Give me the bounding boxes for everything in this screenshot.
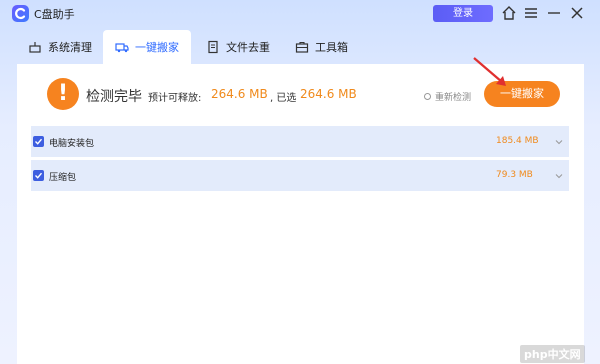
selected-label: , 已选 xyxy=(270,93,297,104)
warning-icon: ! xyxy=(47,78,79,110)
item-name: 电脑安装包 xyxy=(49,139,95,149)
tab-one-click-move[interactable]: 一键搬家 xyxy=(103,30,191,64)
close-icon[interactable] xyxy=(568,4,586,22)
tab-label: 系统清理 xyxy=(48,41,92,54)
list-item[interactable]: 电脑安装包 185.4 MB xyxy=(31,126,569,157)
watermark: php中文网 xyxy=(520,345,585,363)
status-text: 检测完毕 xyxy=(86,89,142,105)
app-window: C盘助手 登录 系统清理 一键搬家 文件去重 工具箱 ! 检测完毕 预计可释放:… xyxy=(0,0,600,364)
file-icon xyxy=(206,40,220,54)
app-title: C盘助手 xyxy=(34,8,75,21)
checkbox[interactable] xyxy=(33,136,44,147)
chevron-down-icon[interactable] xyxy=(553,136,565,148)
tab-file-dedup[interactable]: 文件去重 xyxy=(206,30,296,64)
rescan-button[interactable]: 重新检测 xyxy=(424,90,471,103)
list-item[interactable]: 压缩包 79.3 MB xyxy=(31,160,569,191)
menu-icon[interactable] xyxy=(522,4,540,22)
item-size: 185.4 MB xyxy=(496,136,539,146)
scan-result-banner: ! 检测完毕 预计可释放: 264.6 MB , 已选 264.6 MB 重新检… xyxy=(17,57,584,124)
rescan-label: 重新检测 xyxy=(435,93,472,103)
selected-value: 264.6 MB xyxy=(300,87,357,101)
tab-label: 文件去重 xyxy=(226,41,270,54)
tab-label: 工具箱 xyxy=(315,41,348,54)
item-name: 压缩包 xyxy=(49,173,77,183)
chevron-down-icon[interactable] xyxy=(553,170,565,182)
release-label: 预计可释放: xyxy=(148,93,202,104)
broom-icon xyxy=(28,40,42,54)
tab-label: 一键搬家 xyxy=(135,41,179,54)
title-bar: C盘助手 登录 xyxy=(0,0,600,28)
app-logo xyxy=(12,5,29,22)
pointer-arrow-icon xyxy=(473,57,506,86)
release-value: 264.6 MB xyxy=(211,87,268,101)
item-size: 79.3 MB xyxy=(496,170,533,180)
checkbox[interactable] xyxy=(33,170,44,181)
main-panel: ! 检测完毕 预计可释放: 264.6 MB , 已选 264.6 MB 重新检… xyxy=(17,57,584,364)
minimize-icon[interactable] xyxy=(545,4,563,22)
tab-toolbox[interactable]: 工具箱 xyxy=(295,30,365,64)
toolbox-icon xyxy=(295,40,309,54)
tab-system-clean[interactable]: 系统清理 xyxy=(28,30,103,64)
home-icon[interactable] xyxy=(500,4,518,22)
refresh-icon xyxy=(424,93,431,100)
login-button[interactable]: 登录 xyxy=(433,5,493,22)
truck-icon xyxy=(115,40,129,54)
